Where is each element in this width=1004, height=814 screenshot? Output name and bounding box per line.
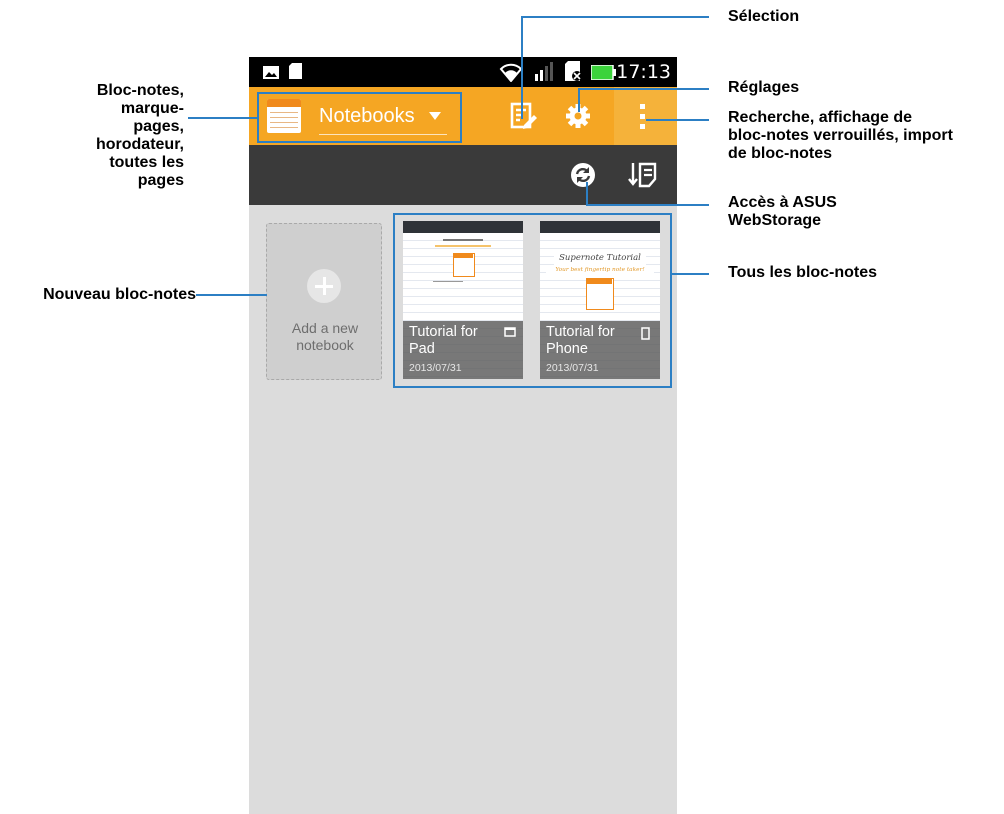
select-edit-icon[interactable] <box>504 97 542 135</box>
annotation-left-dropdown: Bloc-notes, marque- pages, horodateur, t… <box>95 82 184 189</box>
annotation-all-notebooks: Tous les bloc-notes <box>728 264 878 281</box>
phone-screen: 17:13 Notebooks Add a new notebook Tutor… <box>249 57 677 814</box>
annotation-webstorage: Accès à ASUS WebStorage <box>728 194 837 229</box>
annotation-settings: Réglages <box>728 79 800 96</box>
all-notebooks-callout <box>393 213 672 388</box>
gallery-notification-icon <box>263 66 279 79</box>
wifi-icon <box>499 63 523 82</box>
line-webstorage-h <box>586 204 709 206</box>
line-selection-v <box>521 16 523 119</box>
sync-icon[interactable] <box>569 161 597 189</box>
overflow-menu-button[interactable] <box>614 87 677 145</box>
no-sim-icon <box>565 61 582 81</box>
more-vertical-icon[interactable] <box>638 104 648 130</box>
annotation-menu: Recherche, affichage de bloc-notes verro… <box>728 109 953 162</box>
annotation-selection: Sélection <box>728 8 800 25</box>
annotation-new-notebook: Nouveau bloc-notes <box>43 286 196 303</box>
line-new-notebook <box>196 294 267 296</box>
line-left <box>188 117 257 119</box>
plus-icon <box>307 269 341 303</box>
sub-toolbar <box>249 145 677 205</box>
line-menu <box>646 119 709 121</box>
sort-icon[interactable] <box>627 159 659 191</box>
add-notebook-label: Add a new notebook <box>291 320 359 353</box>
signal-icon <box>535 62 553 81</box>
sd-card-icon <box>289 63 302 79</box>
line-all-notebooks <box>672 273 709 275</box>
line-settings-h <box>578 88 709 90</box>
line-selection-h <box>521 16 709 18</box>
line-settings-v <box>578 88 580 112</box>
notebooks-dropdown-callout <box>257 92 462 143</box>
add-notebook-card[interactable]: Add a new notebook <box>266 223 382 380</box>
battery-icon <box>591 65 616 80</box>
line-webstorage-v <box>586 182 588 206</box>
status-bar: 17:13 <box>249 57 677 87</box>
status-clock: 17:13 <box>616 61 671 83</box>
